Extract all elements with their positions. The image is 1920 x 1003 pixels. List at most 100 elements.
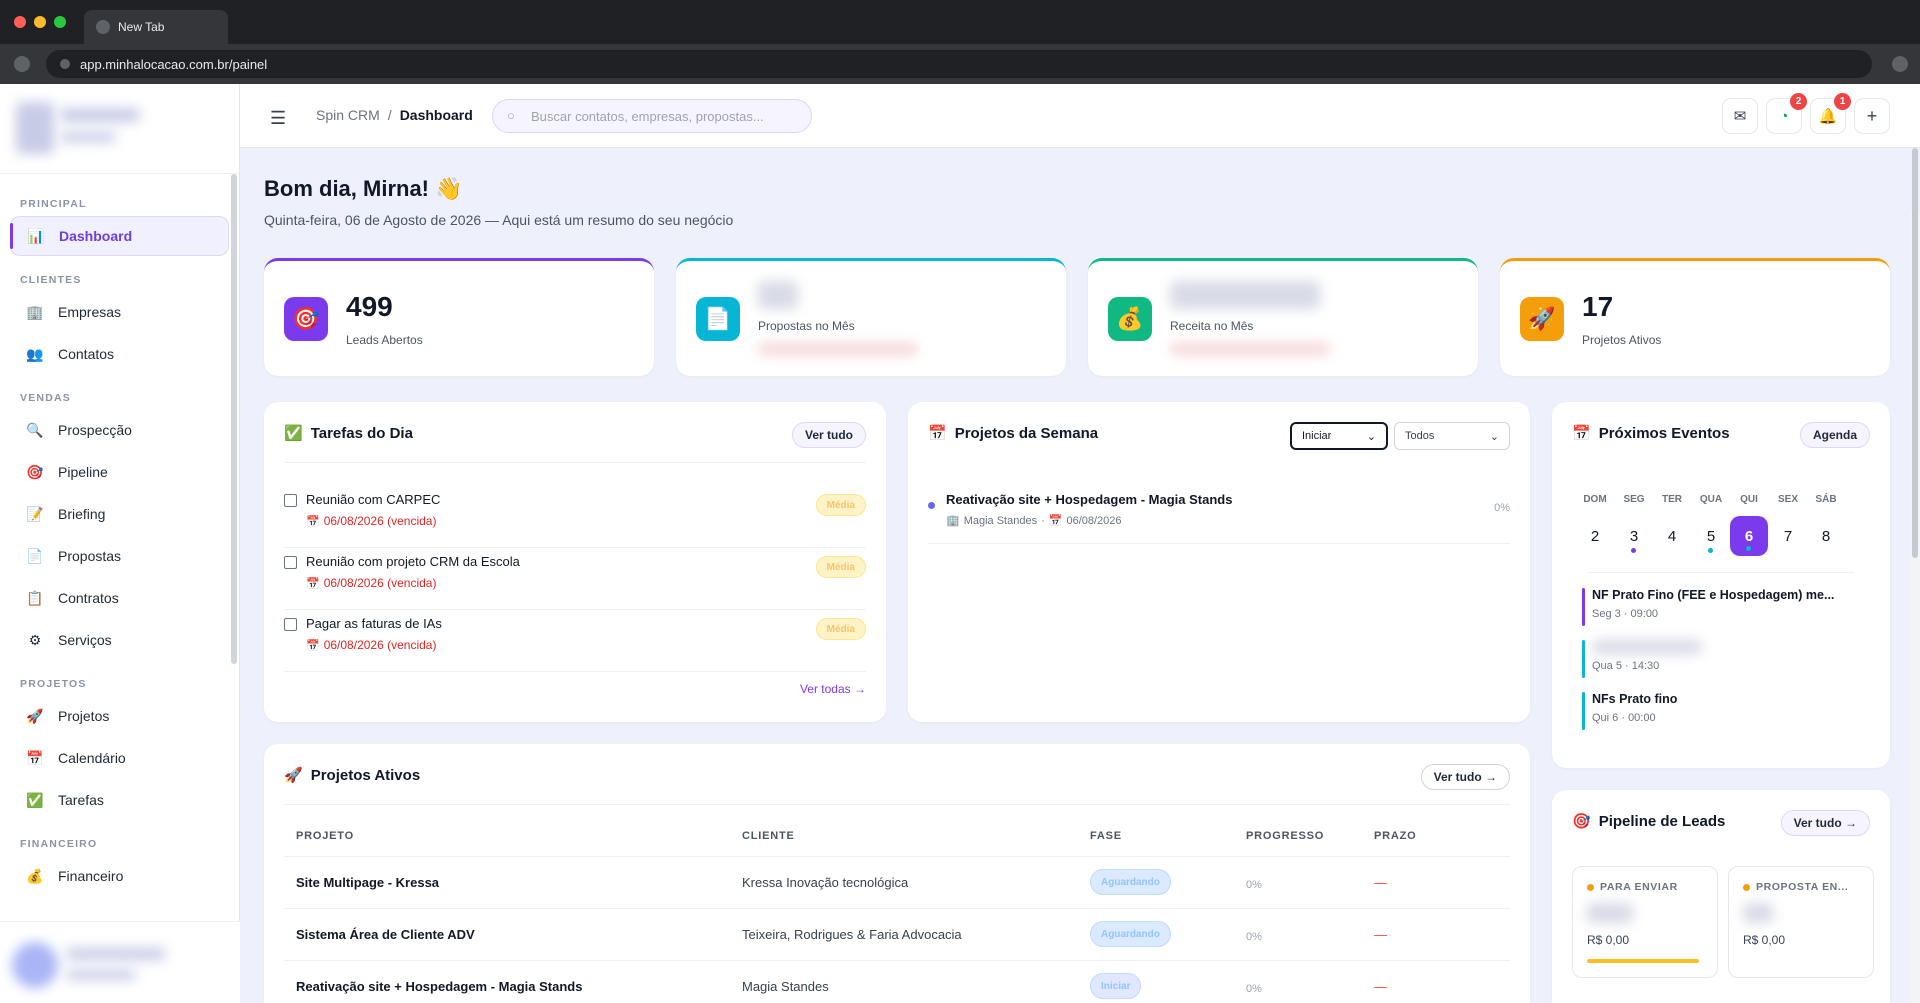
calendar-icon: 📅 <box>306 639 320 652</box>
task-checkbox[interactable] <box>284 618 297 631</box>
table-row[interactable]: Reativação site + Hospedagem - Magia Sta… <box>284 960 1510 1003</box>
notifications-button[interactable]: 🔔 1 <box>1810 93 1851 134</box>
task-due-date: 📅 06/08/2026 (vencida) <box>306 576 436 590</box>
phase-filter-value: Iniciar <box>1302 430 1332 442</box>
weekday-label: QUI <box>1740 494 1758 505</box>
search-input[interactable]: ○ Buscar contatos, empresas, propostas..… <box>492 99 812 133</box>
stat-card[interactable]: 📄 Propostas no Mês <box>676 258 1066 376</box>
checkbox-icon: ✅ <box>26 791 44 808</box>
browser-tab-strip: New Tab <box>0 0 1920 44</box>
stat-card[interactable]: 🎯 499 Leads Abertos <box>264 258 654 376</box>
sidebar-item-briefing[interactable]: 📝 Briefing <box>10 494 229 534</box>
sidebar-item-label: Prospecção <box>58 422 132 438</box>
task-item: Reunião com projeto CRM da Escola 📅 06/08… <box>284 548 866 610</box>
tasks-view-all-link[interactable]: Ver todas → <box>800 682 866 696</box>
user-role <box>66 970 136 980</box>
breadcrumb-root[interactable]: Spin CRM <box>316 107 380 123</box>
calendar-day[interactable]: 8 <box>1807 516 1845 556</box>
task-checkbox[interactable] <box>284 556 297 569</box>
pipeline-stage-header: PROPOSTA EN... <box>1743 881 1848 893</box>
sidebar-item-contratos[interactable]: 📋 Contratos <box>10 578 229 618</box>
column-header: PROJETO <box>296 830 354 842</box>
week-project-item[interactable]: Reativação site + Hospedagem - Magia Sta… <box>928 486 1510 544</box>
url-text: app.minhalocacao.com.br/painel <box>80 56 268 72</box>
maximize-window-button[interactable] <box>54 16 66 28</box>
add-button[interactable]: + <box>1854 98 1890 134</box>
priority-badge: Média <box>815 494 866 516</box>
breadcrumb-separator: / <box>387 107 392 123</box>
pipeline-view-all-button[interactable]: Ver tudo → <box>1780 810 1870 836</box>
stat-card[interactable]: 💰 Receita no Mês <box>1088 258 1478 376</box>
phase-filter-select[interactable]: Iniciar ⌄ <box>1290 422 1388 450</box>
chart-icon: 📊 <box>27 227 45 244</box>
calendar-day[interactable]: 7 <box>1769 516 1807 556</box>
pipeline-stage[interactable]: PARA ENVIAR R$ 0,00 <box>1572 866 1718 978</box>
sidebar-nav: PRINCIPAL 📊 Dashboard CLIENTES 🏢 Empresa… <box>0 174 239 896</box>
task-title[interactable]: Reunião com projeto CRM da Escola <box>306 554 520 569</box>
sidebar-item-pipeline[interactable]: 🎯 Pipeline <box>10 452 229 492</box>
scope-filter-select[interactable]: Todos ⌄ <box>1394 422 1510 450</box>
tasks-view-all-button[interactable]: Ver tudo <box>791 422 866 448</box>
task-title[interactable]: Pagar as faturas de IAs <box>306 616 442 631</box>
profile-icon[interactable] <box>1892 56 1908 72</box>
stat-value: 499 <box>346 291 393 322</box>
minimize-window-button[interactable] <box>34 16 46 28</box>
task-checkbox[interactable] <box>284 494 297 507</box>
pipeline-stage[interactable]: PROPOSTA EN... R$ 0,00 <box>1728 866 1874 978</box>
sidebar-user[interactable] <box>0 921 240 1003</box>
active-projects-view-all-button[interactable]: Ver tudo → <box>1420 764 1510 790</box>
calendar-day[interactable]: 2 <box>1576 516 1614 556</box>
sidebar-item-financeiro[interactable]: 💰 Financeiro <box>10 856 229 896</box>
sidebar-section-label: PROJETOS <box>20 678 87 690</box>
sidebar-brand[interactable] <box>0 84 239 174</box>
sidebar-item-prospeccao[interactable]: 🔍 Prospecção <box>10 410 229 450</box>
site-info-icon[interactable] <box>60 59 70 69</box>
table-row[interactable]: Sistema Área de Cliente ADV Teixeira, Ro… <box>284 908 1510 960</box>
close-window-button[interactable] <box>14 16 26 28</box>
task-date-text: 06/08/2026 (vencida) <box>323 638 437 652</box>
mail-button[interactable]: ✉ <box>1722 98 1758 134</box>
event-item[interactable]: NF Prato Fino (FEE e Hospedagem) me... S… <box>1582 588 1870 628</box>
task-title[interactable]: Reunião com CARPEC <box>306 492 440 507</box>
stat-card[interactable]: 🚀 17 Projetos Ativos <box>1500 258 1890 376</box>
browser-nav-icon[interactable] <box>14 56 30 72</box>
sidebar-item-tarefas[interactable]: ✅ Tarefas <box>10 780 229 820</box>
pipeline-card: 🎯 Pipeline de Leads Ver tudo → PARA ENVI… <box>1552 790 1890 1003</box>
sidebar-scrollbar[interactable] <box>231 174 237 664</box>
stage-count-hidden <box>1587 903 1633 923</box>
menu-icon[interactable]: ☰ <box>270 108 286 129</box>
events-title: 📅 Próximos Eventos <box>1572 424 1730 443</box>
sidebar-item-label: Contratos <box>58 590 119 606</box>
phase-badge: Iniciar <box>1090 973 1142 999</box>
event-item[interactable]: NFs Prato fino Qui 6 · 00:00 <box>1582 692 1870 732</box>
event-dot <box>1708 548 1713 553</box>
event-item[interactable]: Qua 5 · 14:30 <box>1582 640 1870 680</box>
sidebar-item-empresas[interactable]: 🏢 Empresas <box>10 292 229 332</box>
sidebar-item-propostas[interactable]: 📄 Propostas <box>10 536 229 576</box>
pipeline-stage-label: PROPOSTA EN... <box>1756 881 1849 893</box>
sidebar-item-calendario[interactable]: 📅 Calendário <box>10 738 229 778</box>
week-project-date: 06/08/2026 <box>1066 514 1122 527</box>
pipeline-stage-header: PARA ENVIAR <box>1587 881 1678 893</box>
page-scrollbar-thumb[interactable] <box>1912 148 1918 558</box>
sidebar-item-projetos[interactable]: 🚀 Projetos <box>10 696 229 736</box>
agenda-button[interactable]: Agenda <box>1799 422 1870 448</box>
sidebar-item-servicos[interactable]: ⚙ Serviços <box>10 620 229 660</box>
sidebar-item-label: Empresas <box>58 304 122 320</box>
sidebar-item-dashboard[interactable]: 📊 Dashboard <box>10 216 229 256</box>
address-bar[interactable]: app.minhalocacao.com.br/painel <box>46 50 1872 78</box>
divider <box>1588 572 1854 573</box>
project-client: Magia Standes <box>742 979 829 994</box>
calendar-day[interactable]: 4 <box>1653 516 1691 556</box>
stat-value-hidden <box>1170 281 1320 309</box>
browser-tab[interactable]: New Tab <box>84 10 228 44</box>
table-row[interactable]: Site Multipage - Kressa Kressa Inovação … <box>284 856 1510 908</box>
event-title: NFs Prato fino <box>1592 692 1678 706</box>
event-title-hidden <box>1592 640 1702 654</box>
people-icon: 👥 <box>26 345 44 362</box>
sidebar-item-contatos[interactable]: 👥 Contatos <box>10 334 229 374</box>
stat-value: 17 <box>1582 291 1614 322</box>
project-deadline: — <box>1374 875 1387 890</box>
building-icon: 🏢 <box>26 303 44 320</box>
whatsapp-button[interactable]: ◔ 2 <box>1766 93 1807 134</box>
